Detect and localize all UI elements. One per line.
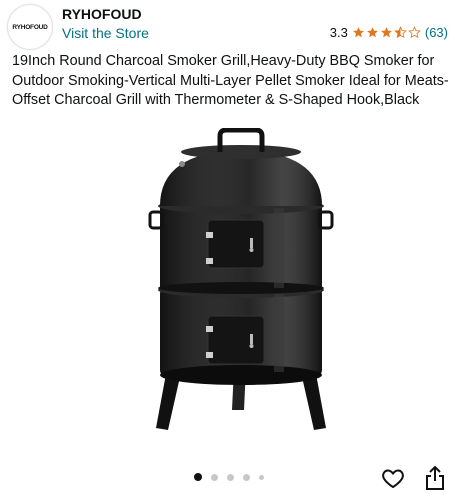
pagination-dot[interactable] [259,474,264,480]
pagination-dot[interactable] [194,473,202,481]
rating-summary[interactable]: 3.3 (63) [330,25,448,40]
star-empty-icon [407,26,421,39]
image-pagination[interactable] [194,473,264,481]
star-half-icon [393,26,407,39]
product-image[interactable] [146,128,336,438]
star-rating [352,26,421,39]
rating-count: (63) [424,25,448,40]
star-full-icon [380,27,392,38]
pagination-dot[interactable] [211,473,218,481]
heart-icon[interactable] [381,466,405,490]
visit-store-link[interactable]: Visit the Store [62,25,149,41]
pagination-dot[interactable] [227,473,234,481]
brand-logo-text: RYHOFOUD [12,23,48,31]
brand-name: RYHOFOUD [62,6,142,22]
rating-value: 3.3 [329,25,348,40]
pagination-dot[interactable] [243,473,250,481]
brand-logo[interactable]: RYHOFOUD [7,4,53,50]
share-icon[interactable] [424,465,446,491]
star-full-icon [366,27,378,38]
star-full-icon [352,27,364,38]
product-title: 19Inch Round Charcoal Smoker Grill,Heavy… [12,53,449,109]
store-header: RYHOFOUD RYHOFOUD Visit the Store 3.3 (6… [0,0,462,50]
